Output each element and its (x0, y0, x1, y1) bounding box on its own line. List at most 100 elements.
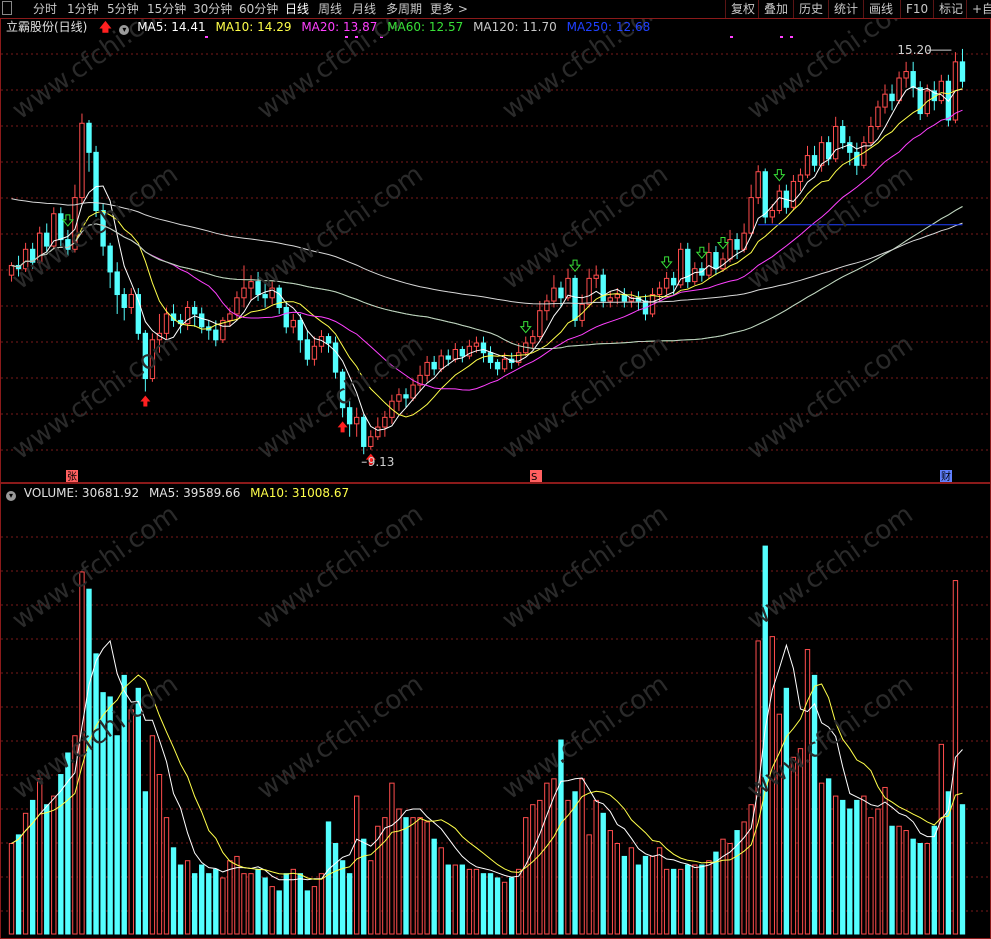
volume-legend: ▾ VOLUME: 30681.92 MA5: 39589.66 MA10: 3… (6, 485, 355, 501)
window-icon[interactable] (2, 1, 12, 15)
candle-body (833, 125, 839, 160)
up-arrow-icon: 🡅 (99, 20, 112, 34)
candle-body (199, 313, 205, 328)
legend-vol-ma10: MA10: 31008.67 (250, 486, 350, 500)
volume-bar (44, 804, 50, 935)
toolbar-button-6[interactable]: 标记 (937, 1, 965, 17)
legend-ma20: MA20: 13.87 (301, 20, 378, 34)
stock-name[interactable]: 立霸股份(日线) (6, 20, 87, 34)
candle-body (530, 336, 536, 344)
toolbar-button-3[interactable]: 统计 (832, 1, 860, 17)
candle-body (762, 171, 768, 218)
candle-body (396, 394, 402, 402)
volume-bar (8, 842, 15, 935)
tab-6[interactable]: 日线 (285, 1, 309, 17)
volume-bar (304, 890, 311, 935)
toolbar-button-5[interactable]: F10 (904, 1, 930, 17)
candle-body (748, 197, 754, 234)
candle-body (959, 61, 966, 82)
volume-bar (142, 791, 149, 935)
volume-bar (361, 838, 367, 935)
volume-bar (227, 860, 233, 935)
legend-vol-ma5: MA5: 39589.66 (149, 486, 241, 500)
settings-circle-icon[interactable]: ▾ (6, 491, 16, 501)
candle-body (537, 310, 543, 338)
legend-ma250: MA250: 12.68 (566, 20, 651, 34)
legend-ma120: MA120: 11.70 (473, 20, 557, 34)
candle-body (572, 277, 578, 321)
candle-body (670, 277, 677, 286)
volume-bar (410, 817, 416, 935)
volume-bar (833, 795, 839, 935)
volume-bar (621, 855, 628, 935)
toolbar-button-2[interactable]: 历史 (797, 1, 825, 17)
volume-bar (114, 735, 120, 935)
candle-body (656, 287, 663, 296)
candle-body (811, 155, 818, 166)
volume-bar (593, 799, 599, 935)
candle-body (213, 329, 219, 341)
kline-chart[interactable]: 15.209.13张 S 财www.cfchi.com www.cfchi.com ww… (0, 0, 991, 939)
candle-body (410, 384, 416, 399)
signal-dot (790, 36, 793, 38)
candle-body (283, 306, 289, 328)
candle-body (896, 77, 902, 102)
tab-5[interactable]: 60分钟 (239, 1, 278, 17)
tab-2[interactable]: 5分钟 (107, 1, 139, 17)
candle-body (93, 151, 99, 212)
candle-body (403, 394, 409, 399)
volume-bar (586, 834, 592, 935)
tab-8[interactable]: 月线 (352, 1, 376, 17)
toolbar-separator (863, 0, 864, 18)
volume-bar (579, 778, 585, 935)
volume-bar (706, 860, 712, 935)
toolbar-button-7[interactable]: +自 (970, 1, 991, 17)
volume-bar (494, 877, 501, 935)
tab-3[interactable]: 15分钟 (147, 1, 186, 17)
tab-7[interactable]: 周线 (318, 1, 342, 17)
candle-body (276, 287, 282, 308)
candle-body (938, 80, 945, 102)
signal-dot (730, 36, 733, 38)
toolbar-separator (758, 0, 759, 18)
volume-bar (600, 812, 606, 935)
candle-body (854, 151, 860, 166)
tab-9[interactable]: 多周期 (386, 1, 422, 17)
candle-body (769, 210, 775, 218)
volume-bar (748, 804, 754, 935)
tab-4[interactable]: 30分钟 (193, 1, 232, 17)
candle-body (614, 294, 620, 299)
volume-bar (220, 877, 226, 935)
candle-body (706, 252, 712, 276)
candle-body (882, 93, 888, 108)
candle-body (332, 342, 339, 373)
toolbar-button-1[interactable]: 叠加 (762, 1, 790, 17)
volume-bar (163, 817, 170, 935)
volume-bar (424, 821, 430, 935)
toolbar-button-4[interactable]: 画线 (867, 1, 895, 17)
volume-bar (945, 791, 952, 935)
settings-circle-icon[interactable]: ▾ (119, 25, 130, 35)
candle-body (431, 361, 437, 370)
volume-bar (614, 842, 620, 935)
tab-10[interactable]: 更多 > (430, 1, 468, 17)
volume-bar (685, 864, 691, 935)
volume-bar (501, 881, 508, 935)
volume-bar (255, 868, 261, 935)
volume-bar (896, 825, 902, 935)
candle-body (713, 252, 719, 270)
toolbar-button-0[interactable]: 复权 (729, 1, 757, 17)
tab-0[interactable]: 分时 (33, 1, 57, 17)
volume-bar (544, 782, 550, 935)
candle-body (248, 281, 254, 289)
candle-body (114, 271, 120, 296)
tab-1[interactable]: 1分钟 (67, 1, 99, 17)
volume-bar (445, 864, 451, 935)
volume-bar (86, 588, 92, 935)
candle-body (86, 122, 92, 153)
candle-body (586, 277, 592, 305)
toolbar-separator (828, 0, 829, 18)
volume-bar (530, 804, 536, 935)
candle-body (297, 319, 304, 341)
candle-body (438, 355, 444, 370)
